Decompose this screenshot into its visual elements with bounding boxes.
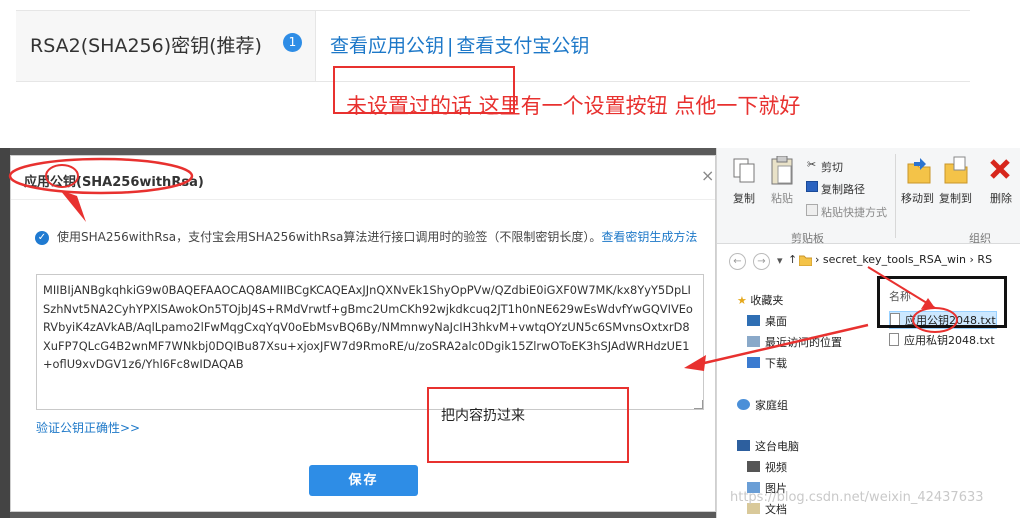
- text-file-icon: [889, 333, 899, 346]
- watermark: https://blog.csdn.net/weixin_42437633: [730, 490, 984, 505]
- nav-label: 最近访问的位置: [765, 336, 842, 349]
- nav-label: 收藏夹: [750, 294, 784, 307]
- link-separator: |: [447, 35, 454, 57]
- screenshot-root: RSA2(SHA256)密钥(推荐) 1 查看应用公钥 | 查看支付宝公钥 未设置过…: [0, 0, 1020, 518]
- save-button[interactable]: 保存: [309, 465, 418, 496]
- nav-item-homegroup[interactable]: 家庭组: [737, 397, 788, 413]
- notice-text: 使用SHA256withRsa，支付宝会用SHA256withRsa算法进行接口…: [57, 230, 602, 244]
- nav-label: 桌面: [765, 315, 787, 328]
- chevron-down-icon[interactable]: ▾: [777, 254, 783, 267]
- verify-public-key-link[interactable]: 验证公钥正确性>>: [36, 419, 140, 436]
- nav-label: 这台电脑: [755, 440, 799, 453]
- nav-item-recent[interactable]: 最近访问的位置: [747, 334, 842, 350]
- copy-to-icon: [944, 156, 968, 184]
- move-to-icon: [907, 158, 931, 184]
- organize-group-label: 组织: [969, 232, 991, 245]
- back-icon[interactable]: ←: [729, 253, 746, 270]
- background-strip: [0, 148, 10, 518]
- copy-button[interactable]: 复制: [733, 190, 755, 206]
- paste-shortcut-icon: [806, 204, 818, 216]
- annotation-black-rect: [877, 276, 1007, 328]
- nav-label: 家庭组: [755, 399, 788, 412]
- ribbon-toolbar: 复制 粘贴 ✂ 剪切 复制路径 粘贴快捷方式 剪贴板 移动到 复制到 删除 组织: [717, 148, 1020, 245]
- info-icon[interactable]: 1: [283, 33, 302, 52]
- recent-icon: [747, 336, 760, 347]
- ribbon-separator: [895, 154, 896, 238]
- path-separator: ›: [815, 253, 820, 266]
- textarea-resize-handle[interactable]: [694, 400, 703, 409]
- close-icon[interactable]: ×: [701, 166, 715, 185]
- nav-item-videos[interactable]: 视频: [747, 459, 787, 475]
- dialog-divider: [11, 199, 715, 200]
- delete-button[interactable]: 删除: [990, 190, 1012, 206]
- clipboard-group-label: 剪贴板: [791, 232, 824, 245]
- file-app-private-key[interactable]: 应用私钥2048.txt: [889, 332, 995, 348]
- up-icon[interactable]: ↑: [788, 253, 797, 266]
- homegroup-icon: [737, 399, 750, 410]
- dialog-title: 应用公钥(SHA256withRsa): [24, 175, 204, 190]
- copy-icon: [733, 158, 755, 183]
- file-explorer: 复制 粘贴 ✂ 剪切 复制路径 粘贴快捷方式 剪贴板 移动到 复制到 删除 组织…: [716, 148, 1020, 518]
- forward-icon[interactable]: →: [753, 253, 770, 270]
- desktop-icon: [747, 315, 760, 326]
- check-circle-icon: ✓: [35, 231, 49, 245]
- path-separator: ›: [969, 253, 974, 266]
- path-segment[interactable]: secret_key_tools_RSA_win: [823, 253, 966, 266]
- view-app-public-key-link[interactable]: 查看应用公钥: [330, 35, 444, 57]
- nav-item-favorites[interactable]: ★ 收藏夹: [737, 292, 783, 308]
- nav-item-desktop[interactable]: 桌面: [747, 313, 787, 329]
- annotation-note-box: [427, 387, 629, 463]
- delete-icon: [990, 159, 1010, 179]
- paste-button[interactable]: 粘贴: [771, 190, 793, 206]
- annotation-note-top: 未设置过的话 这里有一个设置按钮 点他一下就好: [346, 94, 801, 118]
- computer-icon: [737, 440, 750, 451]
- cut-button[interactable]: 剪切: [821, 159, 843, 175]
- nav-item-this-pc[interactable]: 这台电脑: [737, 438, 799, 454]
- address-path[interactable]: › secret_key_tools_RSA_win › RS: [815, 253, 992, 266]
- copy-path-icon: [806, 181, 818, 192]
- move-to-button[interactable]: 移动到: [901, 190, 934, 206]
- star-icon: ★: [737, 294, 751, 307]
- key-links: 查看应用公钥 | 查看支付宝公钥: [330, 31, 589, 58]
- path-segment-next[interactable]: RS: [977, 253, 992, 266]
- navigation-pane: ★ 收藏夹 桌面 最近访问的位置 下载 家庭组 这台电脑 视频 图片 文档: [717, 282, 877, 518]
- paste-icon: [771, 156, 793, 185]
- paste-shortcut-button[interactable]: 粘贴快捷方式: [821, 204, 887, 220]
- download-icon: [747, 357, 760, 368]
- rsa2-key-label: RSA2(SHA256)密钥(推荐): [30, 35, 262, 57]
- address-bar: ← → ▾ ↑ › secret_key_tools_RSA_win › RS: [717, 247, 1020, 275]
- view-alipay-public-key-link[interactable]: 查看支付宝公钥: [456, 35, 589, 57]
- video-icon: [747, 461, 760, 472]
- nav-item-downloads[interactable]: 下载: [747, 355, 787, 371]
- copy-to-button[interactable]: 复制到: [939, 190, 972, 206]
- copy-path-button[interactable]: 复制路径: [821, 181, 865, 197]
- signature-notice: ✓ 使用SHA256withRsa，支付宝会用SHA256withRsa算法进行…: [35, 228, 705, 247]
- file-name: 应用私钥2048.txt: [904, 334, 995, 347]
- annotation-note-text: 把内容扔过来: [441, 408, 525, 424]
- nav-label: 视频: [765, 461, 787, 474]
- nav-label: 下载: [765, 357, 787, 370]
- cut-icon: ✂: [807, 158, 817, 171]
- folder-icon: [799, 255, 812, 266]
- key-label-cell: RSA2(SHA256)密钥(推荐) 1: [16, 11, 316, 81]
- key-generation-method-link[interactable]: 查看密钥生成方法: [601, 230, 697, 244]
